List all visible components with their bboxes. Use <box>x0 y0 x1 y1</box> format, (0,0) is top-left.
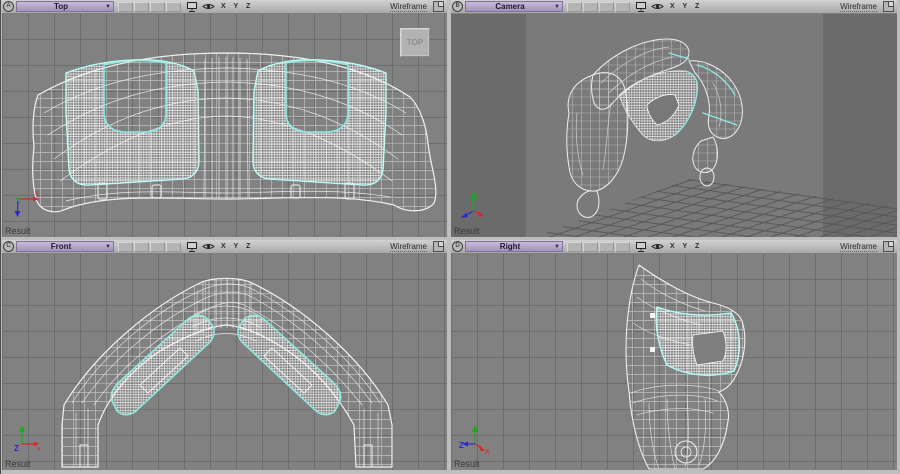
memo-cam-button[interactable] <box>599 2 614 12</box>
memo-cam-button[interactable] <box>150 2 165 12</box>
view-type-label: Right <box>466 242 554 251</box>
shading-mode-button[interactable]: Wireframe <box>840 2 877 12</box>
memo-cam-buttons <box>567 242 631 252</box>
maximize-icon[interactable] <box>883 1 894 12</box>
view-type-label: Top <box>17 2 105 11</box>
wireframe-model-right-view <box>451 253 897 470</box>
memo-cam-button[interactable] <box>166 2 181 12</box>
display-icon[interactable] <box>186 241 198 252</box>
view-type-label: Camera <box>466 2 554 11</box>
display-icon[interactable] <box>635 1 647 12</box>
result-label: Result <box>5 459 31 469</box>
display-icon[interactable] <box>635 241 647 252</box>
axis-tripod: x <box>10 185 50 225</box>
viewport-camera: B Camera ▼ X Y Z Wireframe <box>451 0 897 237</box>
view-orientation-button[interactable]: TOP <box>400 28 430 57</box>
viewport-letter: C <box>3 241 14 252</box>
axis-lock-buttons[interactable]: X Y Z <box>670 3 702 10</box>
axis-x-label: x <box>35 190 39 197</box>
axis-z-label: Z <box>459 441 464 450</box>
view-type-dropdown[interactable]: Camera ▼ <box>465 1 563 12</box>
memo-cam-button[interactable] <box>166 242 181 252</box>
memo-cam-button[interactable] <box>134 2 149 12</box>
memo-cam-button[interactable] <box>599 242 614 252</box>
memo-cam-button[interactable] <box>615 242 630 252</box>
view-type-dropdown[interactable]: Right ▼ <box>465 241 563 252</box>
viewport-right-header: D Right ▼ X Y Z Wireframe <box>451 240 897 254</box>
viewport-letter: A <box>3 1 14 12</box>
wireframe-model-front-view <box>2 253 447 470</box>
axis-y-label: y <box>476 193 479 199</box>
chevron-down-icon: ▼ <box>554 244 560 250</box>
memo-cam-buttons <box>118 2 182 12</box>
memo-cam-button[interactable] <box>134 242 149 252</box>
viewport-right: D Right ▼ X Y Z Wireframe <box>451 240 897 470</box>
axis-tripod: Z x <box>10 418 50 458</box>
viewport-letter-badge[interactable]: A <box>2 0 15 13</box>
viewport-letter-badge[interactable]: D <box>451 240 464 253</box>
axis-tripod: y <box>459 185 499 225</box>
axis-x-label: x <box>37 446 41 453</box>
maximize-icon[interactable] <box>433 1 444 12</box>
viewport-letter-badge[interactable]: C <box>2 240 15 253</box>
viewport-letter: B <box>452 1 463 12</box>
view-type-dropdown[interactable]: Top ▼ <box>16 1 114 12</box>
axis-x-label: X <box>485 449 490 456</box>
viewport-front-canvas[interactable]: Z x Result <box>2 253 447 470</box>
axis-tripod: Z X <box>459 418 499 458</box>
display-icon[interactable] <box>186 1 198 12</box>
viewport-camera-canvas[interactable]: y Result <box>451 13 897 237</box>
eye-icon[interactable] <box>651 2 664 11</box>
chevron-down-icon: ▼ <box>105 4 111 10</box>
result-label: Result <box>454 226 480 236</box>
xsi-window: A Top ▼ X Y Z Wireframe <box>0 0 900 474</box>
wireframe-model-camera-view <box>451 13 897 237</box>
viewport-top-header: A Top ▼ X Y Z Wireframe <box>2 0 447 14</box>
ground-grid <box>503 179 897 237</box>
view-type-dropdown[interactable]: Front ▼ <box>16 241 114 252</box>
memo-cam-button[interactable] <box>583 2 598 12</box>
viewport-camera-header: B Camera ▼ X Y Z Wireframe <box>451 0 897 14</box>
memo-cam-button[interactable] <box>118 242 133 252</box>
maximize-icon[interactable] <box>883 241 894 252</box>
eye-icon[interactable] <box>202 2 215 11</box>
memo-cam-button[interactable] <box>583 242 598 252</box>
chevron-down-icon: ▼ <box>554 4 560 10</box>
shading-mode-button[interactable]: Wireframe <box>390 2 427 12</box>
axis-lock-buttons[interactable]: X Y Z <box>221 3 253 10</box>
viewport-right-canvas[interactable]: Z X Result <box>451 253 897 470</box>
viewport-front-header: C Front ▼ X Y Z Wireframe <box>2 240 447 254</box>
view-type-label: Front <box>17 242 105 251</box>
shading-mode-button[interactable]: Wireframe <box>840 242 877 252</box>
viewport-front: C Front ▼ X Y Z Wireframe <box>2 240 447 470</box>
maximize-icon[interactable] <box>433 241 444 252</box>
axis-lock-buttons[interactable]: X Y Z <box>221 243 253 250</box>
viewport-top: A Top ▼ X Y Z Wireframe <box>2 0 447 237</box>
axis-z-label: Z <box>14 444 19 453</box>
memo-cam-button[interactable] <box>615 2 630 12</box>
viewport-top-canvas[interactable]: TOP x Result <box>2 13 447 237</box>
result-label: Result <box>454 459 480 469</box>
memo-cam-button[interactable] <box>150 242 165 252</box>
memo-cam-button[interactable] <box>567 242 582 252</box>
memo-cam-button[interactable] <box>118 2 133 12</box>
memo-cam-button[interactable] <box>567 2 582 12</box>
viewport-letter-badge[interactable]: B <box>451 0 464 13</box>
shading-mode-button[interactable]: Wireframe <box>390 242 427 252</box>
memo-cam-buttons <box>118 242 182 252</box>
eye-icon[interactable] <box>202 242 215 251</box>
chevron-down-icon: ▼ <box>105 244 111 250</box>
eye-icon[interactable] <box>651 242 664 251</box>
axis-lock-buttons[interactable]: X Y Z <box>670 243 702 250</box>
viewport-letter: D <box>452 241 463 252</box>
memo-cam-buttons <box>567 2 631 12</box>
wireframe-model-top-view <box>2 13 447 237</box>
result-label: Result <box>5 226 31 236</box>
